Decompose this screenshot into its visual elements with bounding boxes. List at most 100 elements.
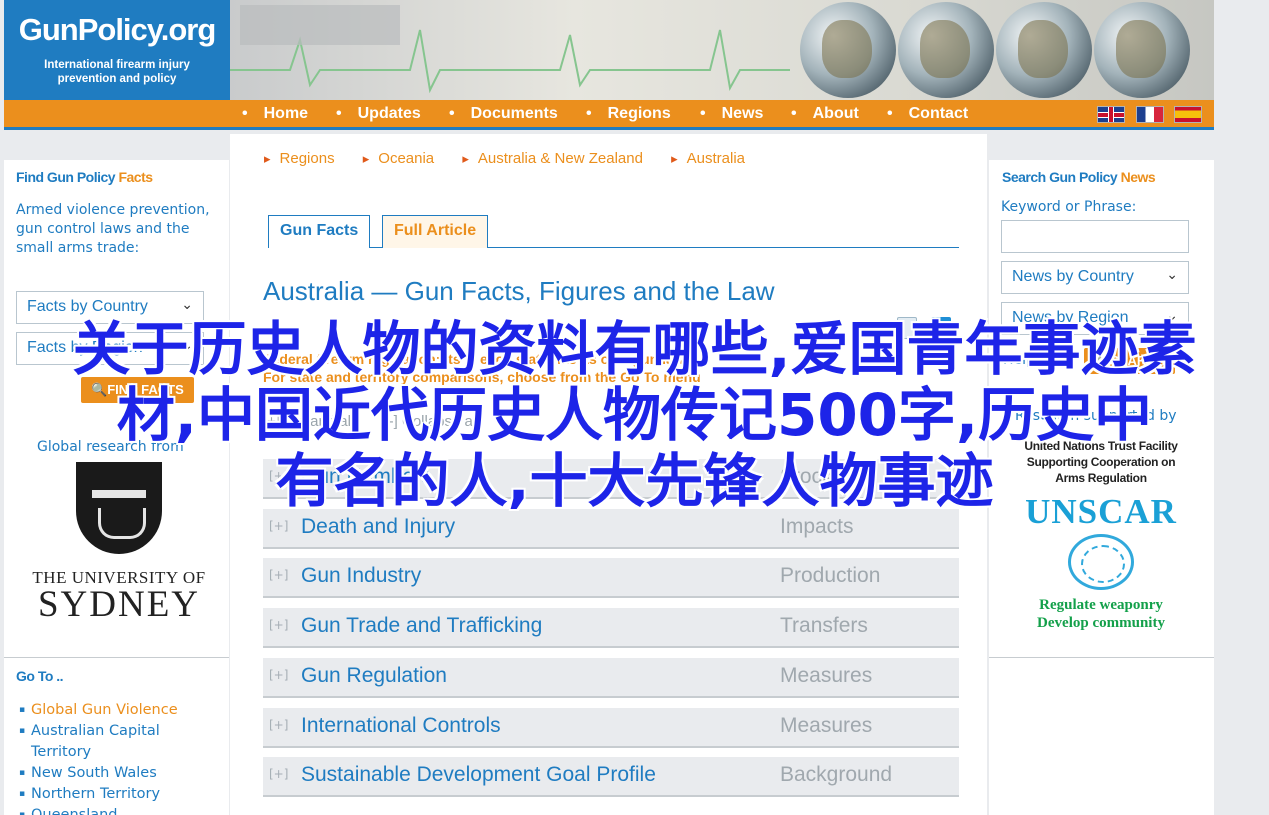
find-facts-description: Armed violence prevention, gun control l… — [16, 202, 210, 256]
main-navigation: Home Updates Documents Regions News Abou… — [4, 100, 1214, 130]
left-sidebar: Find Gun Policy Facts Armed violence pre… — [4, 160, 229, 815]
section-name: Death and Injury — [301, 515, 456, 538]
collapse-all-link[interactable]: [-] Collapse all — [384, 413, 479, 430]
expand-icon: [+] — [269, 668, 289, 682]
expand-icon: [+] — [269, 767, 289, 781]
nav-contact[interactable]: Contact — [887, 105, 969, 123]
search-news-button[interactable]: 🔍SEARCH — [1084, 348, 1176, 374]
keyword-input[interactable] — [1001, 220, 1189, 253]
chevron-down-icon: ⌄ — [181, 296, 193, 312]
sydney-logo-line-2: SYDNEY — [37, 584, 201, 625]
chevron-down-icon: ⌄ — [1166, 307, 1178, 323]
unscar-name: UNSCAR — [1025, 492, 1177, 531]
research-supported-label: Research supported by — [1015, 408, 1177, 424]
facts-by-country-select[interactable]: Facts by Country ⌄ — [16, 291, 204, 324]
tab-gun-facts[interactable]: Gun Facts — [268, 215, 371, 248]
news-by-region-value: News by Region — [1012, 309, 1129, 326]
facts-by-region-value: Facts by Region — [27, 339, 143, 356]
university-of-sydney-logo[interactable]: THE UNIVERSITY OF SYDNEY — [24, 462, 214, 642]
breadcrumb-oceania[interactable]: Oceania — [363, 150, 434, 167]
nav-news[interactable]: News — [700, 105, 764, 123]
globe-image — [996, 2, 1092, 98]
section-category: Measures — [780, 664, 873, 687]
share-icon[interactable] — [931, 317, 951, 339]
breadcrumb-australia[interactable]: Australia — [671, 150, 745, 167]
breadcrumb-regions[interactable]: Regions — [264, 150, 335, 167]
search-news-title-main: Search Gun Policy — [1002, 169, 1118, 185]
federal-note: Federal firearm regulation: its ... each… — [263, 350, 701, 386]
section-row[interactable]: [+] International Controls Measures — [263, 708, 959, 748]
logo-tagline-line-2: prevention and policy — [57, 73, 177, 85]
globe-image — [1094, 2, 1190, 98]
flag-spanish-icon[interactable] — [1174, 106, 1202, 123]
unscar-slogan: Regulate weaponry Develop community — [1001, 596, 1201, 632]
news-by-country-select[interactable]: News by Country ⌄ — [1001, 261, 1189, 294]
federal-note-line-1: Federal firearm regulation: its ... each… — [263, 351, 689, 367]
section-category: Production — [780, 564, 881, 587]
nav-updates[interactable]: Updates — [336, 105, 421, 123]
section-name: Gun Regulation — [301, 664, 447, 687]
expand-collapse-controls: [+] Expand all [-] Collapse all — [263, 413, 506, 430]
unscar-logo[interactable]: United Nations Trust Facility Supporting… — [1001, 438, 1201, 632]
expand-icon: [+] — [269, 718, 289, 732]
section-row[interactable]: [+] Death and Injury Impacts — [263, 509, 959, 549]
go-to-item-nsw[interactable]: New South Wales — [16, 763, 221, 784]
section-category: Transfers — [780, 614, 868, 637]
flag-french-icon[interactable] — [1136, 106, 1164, 123]
help-link[interactable]: Help — [1003, 351, 1035, 370]
logo-tagline: International firearm injury prevention … — [4, 58, 230, 86]
nav-about[interactable]: About — [791, 105, 859, 123]
facts-by-region-select[interactable]: Facts by Region ⌄ — [16, 332, 204, 365]
ecg-line-graphic — [230, 5, 790, 94]
go-to-item-nt[interactable]: Northern Territory — [16, 784, 221, 805]
print-icon[interactable] — [897, 317, 917, 339]
find-facts-title-accent: Facts — [118, 169, 153, 185]
nav-home[interactable]: Home — [242, 105, 308, 123]
nav-regions[interactable]: Regions — [586, 105, 671, 123]
section-row[interactable]: [+] Gun Regulation Measures — [263, 658, 959, 698]
logo-tagline-line-1: International firearm injury — [44, 59, 190, 71]
section-row[interactable]: [+] Gun Numbers Stockpiles — [263, 459, 959, 499]
news-by-region-select[interactable]: News by Region ⌄ — [1001, 302, 1189, 335]
section-name: Sustainable Development Goal Profile — [301, 763, 656, 786]
unscar-trust-text: United Nations Trust Facility Supporting… — [1001, 438, 1201, 486]
find-facts-panel: Find Gun Policy Facts Armed violence pre… — [4, 160, 229, 665]
expand-icon: [+] — [269, 568, 289, 582]
globe-image — [800, 2, 896, 98]
section-name: Gun Industry — [301, 564, 422, 587]
unscar-trust-line-3: Arms Regulation — [1055, 471, 1147, 485]
section-row[interactable]: [+] Gun Trade and Trafficking Transfers — [263, 608, 959, 648]
right-lower-panel — [989, 657, 1214, 815]
tab-bar: Gun Facts Full Article — [268, 215, 959, 248]
right-sidebar: Search Gun Policy News Keyword or Phrase… — [989, 160, 1214, 815]
site-header: GunPolicy.org International firearm inju… — [4, 0, 1214, 100]
facts-by-country-value: Facts by Country — [27, 298, 148, 315]
chevron-down-icon: ⌄ — [1166, 266, 1178, 282]
expand-all-link[interactable]: [+] Expand all — [263, 413, 354, 430]
go-to-list: Global Gun Violence Australian Capital T… — [16, 700, 221, 815]
site-logo[interactable]: GunPolicy.org International firearm inju… — [4, 0, 230, 100]
flag-english-icon[interactable] — [1097, 106, 1125, 123]
go-to-title: Go To .. — [16, 668, 64, 684]
section-row[interactable]: [+] Gun Industry Production — [263, 558, 959, 598]
news-by-country-value: News by Country — [1012, 268, 1134, 285]
go-to-item-global[interactable]: Global Gun Violence — [16, 700, 221, 721]
unscar-trust-line-2: Supporting Cooperation on — [1026, 455, 1176, 469]
go-to-item-act[interactable]: Australian Capital Territory — [16, 721, 221, 763]
section-category: Stockpiles — [780, 465, 876, 488]
globe-image — [898, 2, 994, 98]
section-name: International Controls — [301, 714, 501, 737]
breadcrumb-australia-nz[interactable]: Australia & New Zealand — [462, 150, 643, 167]
go-to-panel: Go To .. Global Gun Violence Australian … — [4, 657, 229, 815]
un-emblem-icon — [1068, 534, 1134, 590]
logo-title: GunPolicy.org — [18, 12, 217, 47]
search-news-button-label: SEARCH — [1110, 353, 1166, 368]
tab-full-article[interactable]: Full Article — [382, 215, 489, 248]
unscar-slogan-line-2: Develop community — [1037, 615, 1165, 631]
go-to-item-qld[interactable]: Queensland — [16, 805, 221, 815]
section-row[interactable]: [+] Sustainable Development Goal Profile… — [263, 757, 959, 797]
find-facts-button[interactable]: 🔍FIND FACTS — [81, 377, 194, 403]
section-name: Gun Trade and Trafficking — [301, 614, 543, 637]
nav-documents[interactable]: Documents — [449, 105, 558, 123]
find-facts-title: Find Gun Policy Facts — [16, 169, 153, 185]
